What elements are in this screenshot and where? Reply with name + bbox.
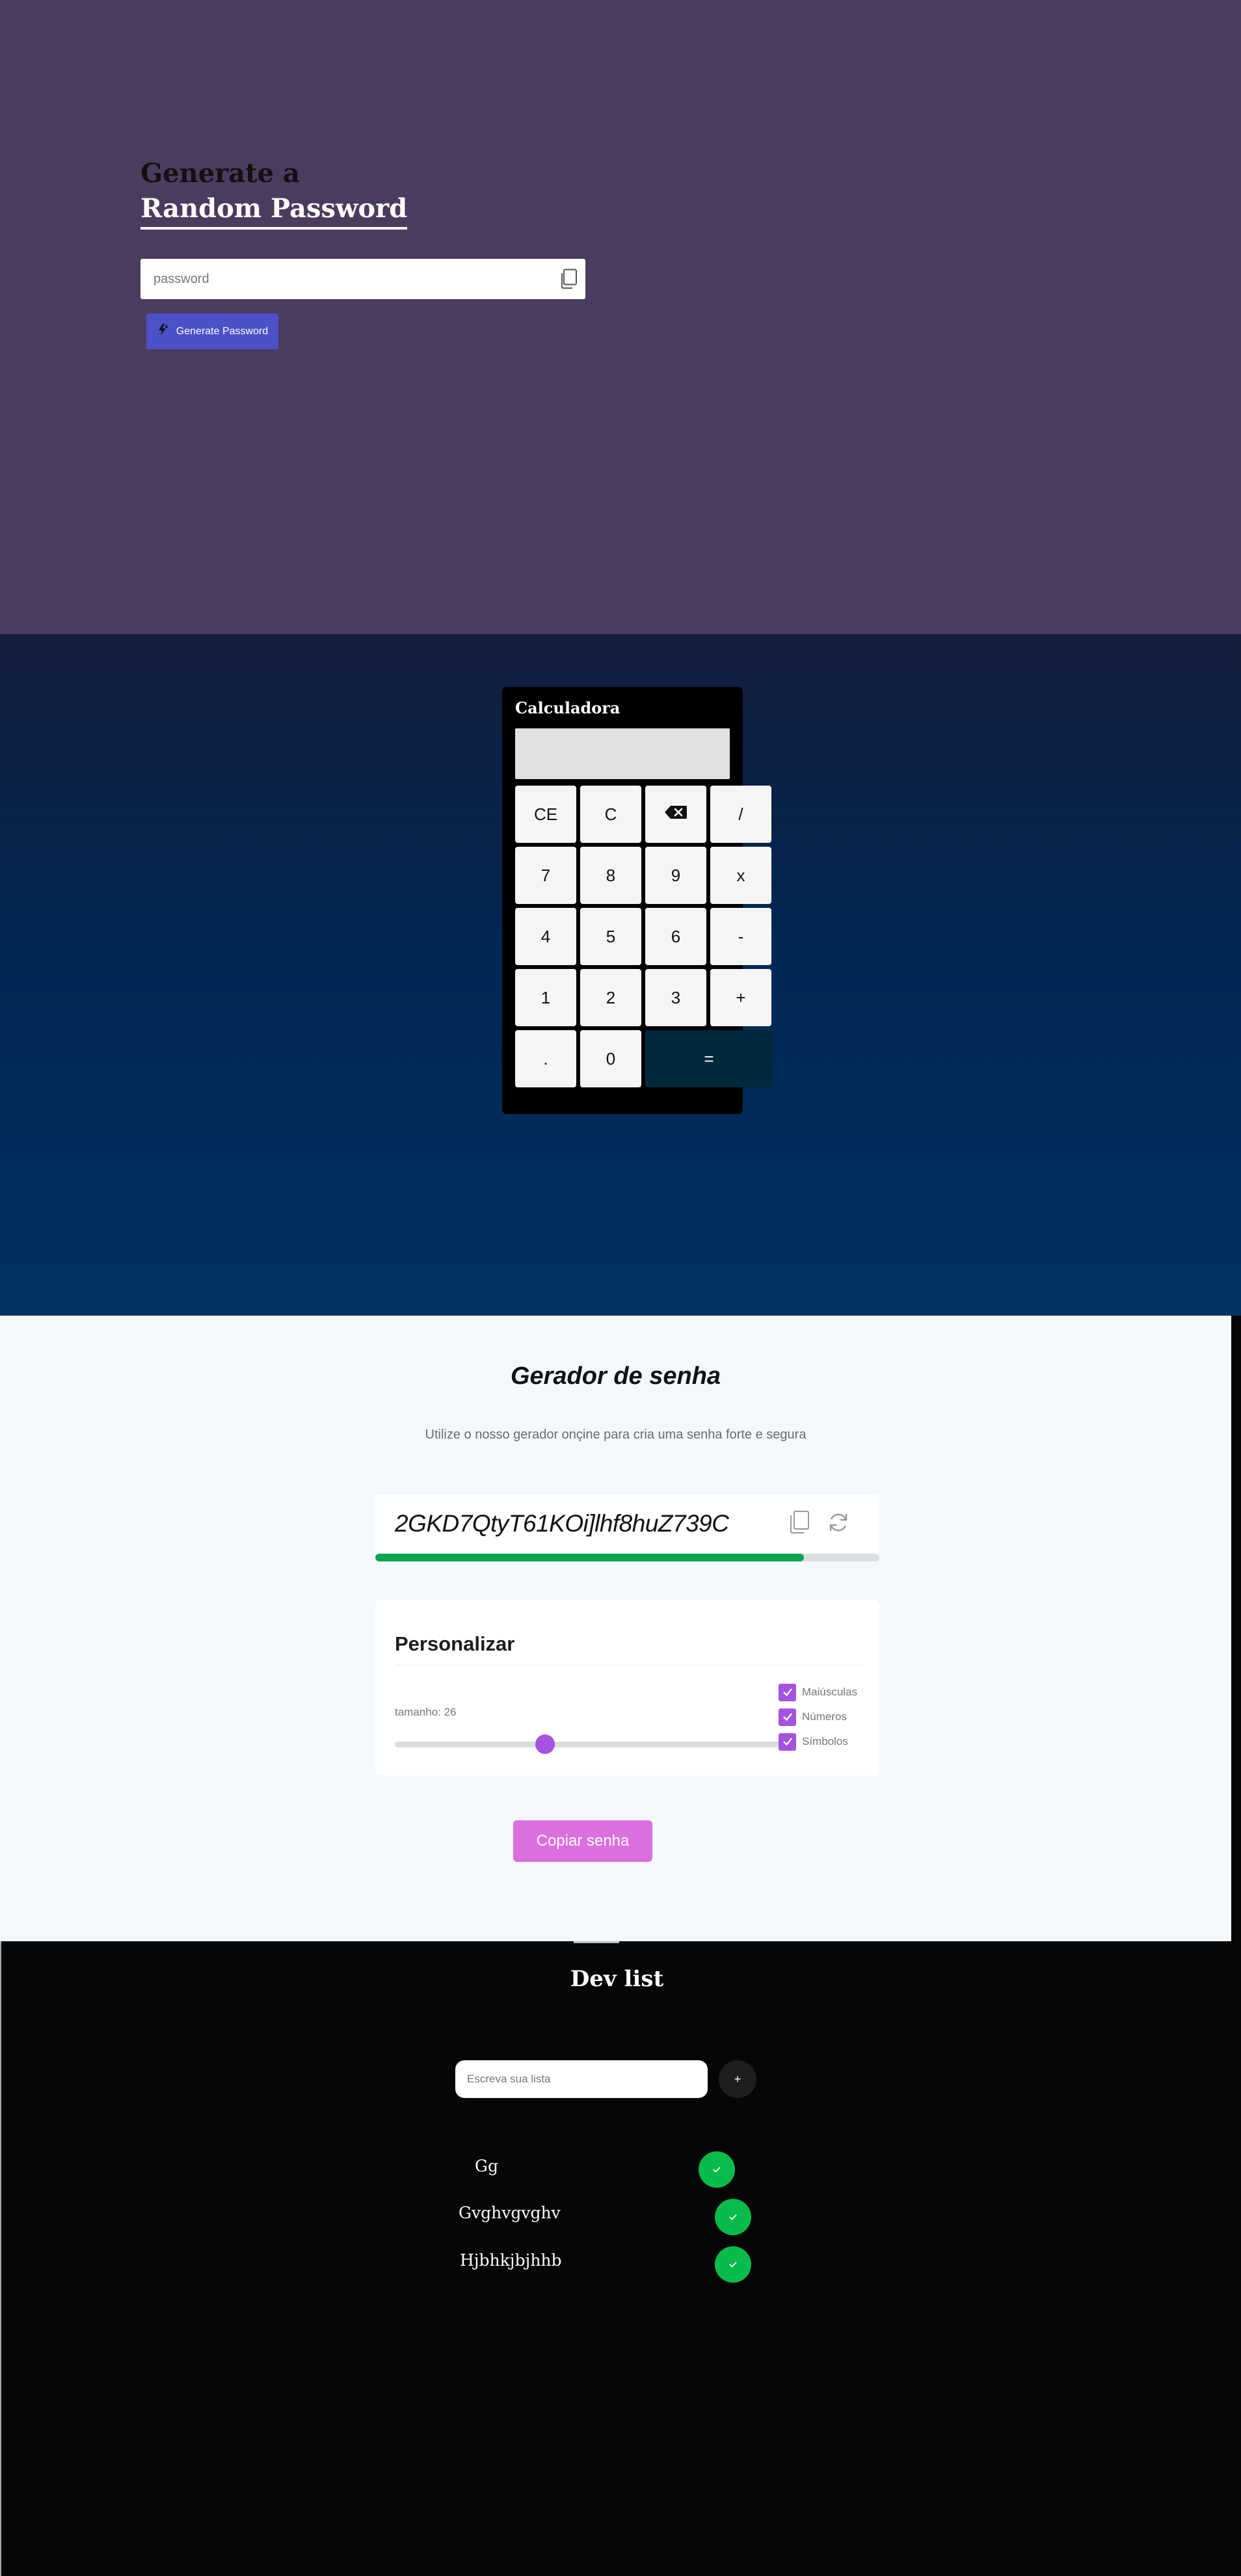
key-7[interactable]: 7 <box>515 847 576 904</box>
option-numbers[interactable]: Números <box>779 1708 876 1726</box>
key-4[interactable]: 4 <box>515 908 576 965</box>
calculator: Calculadora CE C / 7 8 9 x 4 5 6 - 1 2 3… <box>502 687 773 1114</box>
add-task-button[interactable]: + <box>719 2060 756 2098</box>
copy-icon[interactable] <box>788 1510 810 1535</box>
key-equals[interactable]: = <box>645 1030 773 1087</box>
customize-card: Personalizar tamanho: 26 Maiúsculas Núme… <box>375 1600 879 1775</box>
section-divider <box>574 1941 619 1943</box>
complete-task-button[interactable] <box>699 2151 735 2188</box>
key-decimal[interactable]: . <box>515 1030 576 1087</box>
customize-divider <box>395 1665 862 1666</box>
key-0[interactable]: 0 <box>580 1030 641 1087</box>
length-label: tamanho: 26 <box>395 1706 457 1718</box>
checkbox-symbols[interactable] <box>779 1733 796 1751</box>
key-c[interactable]: C <box>580 786 641 843</box>
backspace-icon <box>664 804 687 825</box>
title-line-1: Generate a <box>140 158 300 189</box>
generate-password-label: Generate Password <box>176 325 269 337</box>
dev-list-title: Dev list <box>570 1966 664 1992</box>
key-2[interactable]: 2 <box>580 969 641 1026</box>
list-item-text: Gvghvgvghv <box>459 2203 561 2222</box>
length-slider[interactable] <box>395 1734 790 1754</box>
title-line-2: Random Password <box>140 191 408 230</box>
calculator-display <box>515 728 730 779</box>
password-strength-bar <box>375 1554 879 1561</box>
option-uppercase-label: Maiúsculas <box>802 1686 858 1698</box>
key-backspace[interactable] <box>645 786 706 843</box>
key-9[interactable]: 9 <box>645 847 706 904</box>
customize-title: Personalizar <box>395 1632 515 1655</box>
list-item-text: Hjbhkjbjhhb <box>460 2251 562 2270</box>
option-numbers-label: Números <box>802 1710 847 1723</box>
generator-title: Gerador de senha <box>510 1362 721 1390</box>
key-6[interactable]: 6 <box>645 908 706 965</box>
generated-password: 2GKD7QtyT61KOi]lhf8huZ739C <box>395 1510 729 1537</box>
checkbox-uppercase[interactable] <box>779 1683 796 1701</box>
random-password-title: Generate a Random Password <box>140 156 408 230</box>
list-item-text: Gg <box>475 2157 498 2175</box>
key-8[interactable]: 8 <box>580 847 641 904</box>
dev-list-section: Dev list + Gg Gvghvgvghv Hjbhkjbjhhb <box>0 1941 1241 2576</box>
complete-task-button[interactable] <box>715 2199 751 2235</box>
password-strength-fill <box>375 1554 804 1561</box>
option-symbols-label: Símbolos <box>802 1735 848 1747</box>
copy-icon[interactable] <box>559 269 579 289</box>
key-minus[interactable]: - <box>710 908 771 965</box>
generated-password-card: 2GKD7QtyT61KOi]lhf8huZ739C <box>375 1494 879 1560</box>
checkbox-numbers[interactable] <box>779 1708 796 1726</box>
generate-password-button[interactable]: Generate Password <box>146 313 278 349</box>
length-slider-thumb[interactable] <box>535 1734 555 1754</box>
checkmark-icon <box>782 1713 792 1721</box>
calculator-title: Calculadora <box>515 698 620 717</box>
password-input[interactable] <box>140 259 544 299</box>
password-generator-section: Gerador de senha Utilize o nosso gerador… <box>0 1316 1231 1941</box>
check-icon <box>713 2166 721 2173</box>
copy-password-button[interactable]: Copiar senha <box>513 1820 652 1862</box>
password-field-wrapper <box>140 259 585 299</box>
key-multiply[interactable]: x <box>710 847 771 904</box>
calculator-section: Calculadora CE C / 7 8 9 x 4 5 6 - 1 2 3… <box>0 634 1241 1316</box>
key-5[interactable]: 5 <box>580 908 641 965</box>
complete-task-button[interactable] <box>715 2246 751 2283</box>
check-icon <box>729 2261 737 2268</box>
key-1[interactable]: 1 <box>515 969 576 1026</box>
checkmark-icon <box>782 1688 792 1697</box>
task-input[interactable] <box>455 2060 708 2098</box>
generator-subtitle: Utilize o nosso gerador onçine para cria… <box>425 1427 807 1442</box>
key-ce[interactable]: CE <box>515 786 576 843</box>
random-password-section: Generate a Random Password Generate Pass… <box>0 0 1241 634</box>
key-3[interactable]: 3 <box>645 969 706 1026</box>
refresh-icon[interactable] <box>826 1510 851 1535</box>
bolt-icon <box>157 323 170 339</box>
option-symbols[interactable]: Símbolos <box>779 1733 876 1751</box>
check-icon <box>729 2214 737 2220</box>
option-uppercase[interactable]: Maiúsculas <box>779 1683 876 1701</box>
key-divide[interactable]: / <box>710 786 771 843</box>
checkmark-icon <box>782 1738 792 1746</box>
key-plus[interactable]: + <box>710 969 771 1026</box>
